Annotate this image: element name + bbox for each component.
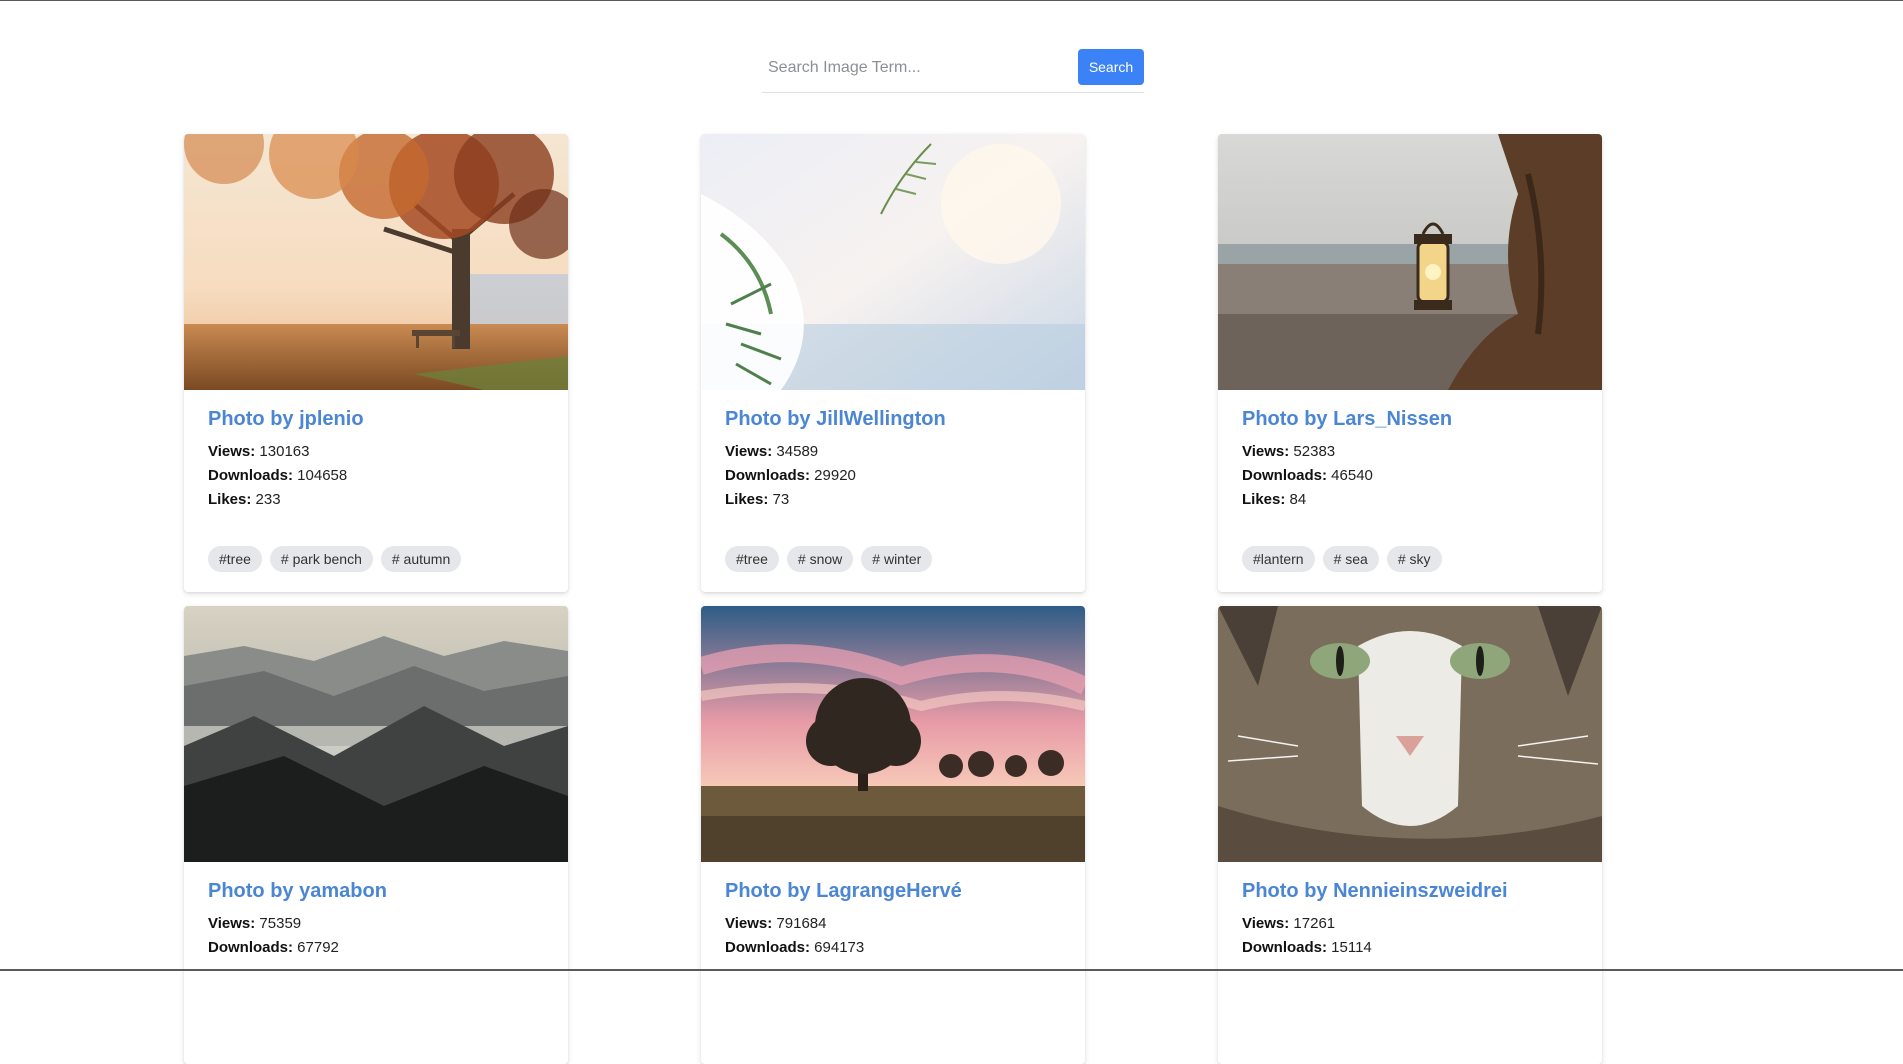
tag-list: #tree # snow # winter xyxy=(725,546,933,572)
lantern-image xyxy=(1218,134,1602,390)
card-title[interactable]: Photo by JillWellington xyxy=(725,408,946,431)
views-stat: Views: 34589 xyxy=(725,443,819,460)
image-card: Photo by JillWellington Views: 34589 Dow… xyxy=(701,134,1085,592)
sunset-tree-image xyxy=(701,606,1085,862)
tag-list: #lantern # sea # sky xyxy=(1242,546,1442,572)
tag[interactable]: #lantern xyxy=(1242,546,1315,572)
views-stat: Views: 52383 xyxy=(1242,443,1336,460)
tag[interactable]: # sky xyxy=(1386,546,1442,572)
misty-mountains-image xyxy=(184,606,568,862)
card-photo-autumn-tree[interactable] xyxy=(184,134,568,390)
downloads-stat: Downloads: 67792 xyxy=(208,939,339,956)
tag[interactable]: # snow xyxy=(786,546,854,572)
snowy-branch-image xyxy=(701,134,1085,390)
card-photo-misty-mountains[interactable] xyxy=(184,606,568,862)
views-stat: Views: 130163 xyxy=(208,443,310,460)
tag[interactable]: # park bench xyxy=(269,546,373,572)
search-input[interactable] xyxy=(764,51,1074,85)
card-photo-sunset-tree[interactable] xyxy=(701,606,1085,862)
downloads-stat: Downloads: 29920 xyxy=(725,467,856,484)
card-photo-cat[interactable] xyxy=(1218,606,1602,862)
tag[interactable]: #tree xyxy=(208,546,262,572)
views-stat: Views: 75359 xyxy=(208,915,302,932)
search-button[interactable]: Search xyxy=(1078,49,1144,85)
card-title[interactable]: Photo by LagrangeHervé xyxy=(725,880,962,903)
tag[interactable]: # autumn xyxy=(380,546,462,572)
likes-stat: Likes: 84 xyxy=(1242,491,1307,508)
card-title[interactable]: Photo by Nennieinszweidrei xyxy=(1242,880,1508,903)
image-card: Photo by LagrangeHervé Views: 791684 Dow… xyxy=(701,606,1085,1064)
autumn-tree-image xyxy=(184,134,568,390)
image-card: Photo by Lars_Nissen Views: 52383 Downlo… xyxy=(1218,134,1602,592)
card-title[interactable]: Photo by Lars_Nissen xyxy=(1242,408,1452,431)
image-card: Photo by Nennieinszweidrei Views: 17261 … xyxy=(1218,606,1602,1064)
downloads-stat: Downloads: 15114 xyxy=(1242,939,1372,956)
tag[interactable]: # winter xyxy=(861,546,933,572)
image-card: Photo by jplenio Views: 130163 Downloads… xyxy=(184,134,568,592)
image-card: Photo by yamabon Views: 75359 Downloads:… xyxy=(184,606,568,1064)
tag[interactable]: # sea xyxy=(1322,546,1379,572)
card-title[interactable]: Photo by jplenio xyxy=(208,408,364,431)
card-title[interactable]: Photo by yamabon xyxy=(208,880,387,903)
top-border xyxy=(0,0,1903,1)
tag-list: #tree # park bench # autumn xyxy=(208,546,462,572)
views-stat: Views: 791684 xyxy=(725,915,827,932)
card-photo-snowy-branch[interactable] xyxy=(701,134,1085,390)
downloads-stat: Downloads: 694173 xyxy=(725,939,865,956)
likes-stat: Likes: 73 xyxy=(725,491,790,508)
search-form: Search xyxy=(762,49,1144,93)
downloads-stat: Downloads: 46540 xyxy=(1242,467,1373,484)
downloads-stat: Downloads: 104658 xyxy=(208,467,348,484)
card-photo-lantern[interactable] xyxy=(1218,134,1602,390)
views-stat: Views: 17261 xyxy=(1242,915,1336,932)
likes-stat: Likes: 233 xyxy=(208,491,281,508)
cat-image xyxy=(1218,606,1602,862)
tag[interactable]: #tree xyxy=(725,546,779,572)
